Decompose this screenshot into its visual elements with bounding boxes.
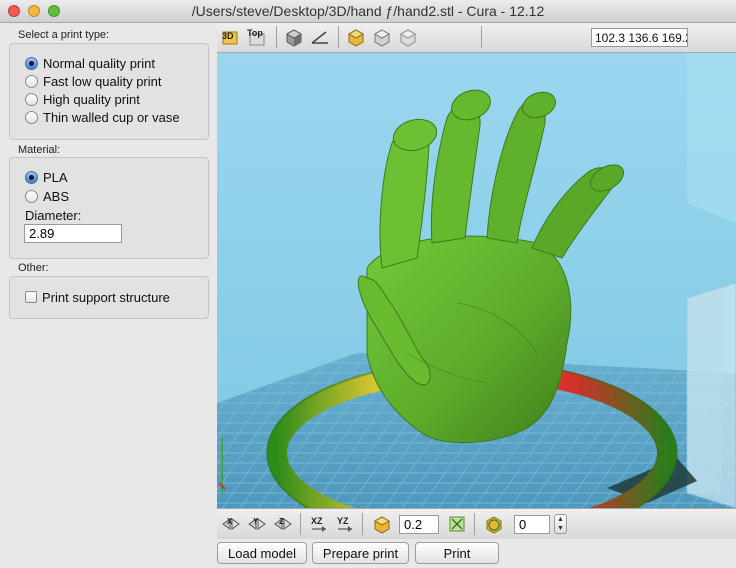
toolbar-separator xyxy=(481,26,482,48)
radio-label: ABS xyxy=(43,188,70,204)
3d-viewport[interactable] xyxy=(217,53,736,508)
toolbar-separator xyxy=(474,513,475,535)
swap-xz-icon: XZ xyxy=(311,516,326,532)
material-group: PLA ABS Diameter: xyxy=(9,157,209,259)
swap-yz-button[interactable]: YZ xyxy=(335,514,355,534)
mirror-z-button[interactable]: Z xyxy=(273,514,293,534)
scale-cube-icon xyxy=(373,516,391,534)
diameter-field[interactable] xyxy=(24,224,122,243)
mirror-y-button[interactable]: Y xyxy=(247,514,267,534)
cube-view-icon xyxy=(285,29,303,47)
radio-thin-walled[interactable]: Thin walled cup or vase xyxy=(25,108,180,126)
mirror-z-icon: Z xyxy=(274,517,292,530)
radio-label: High quality print xyxy=(43,91,140,107)
stepper-down-icon[interactable]: ▼ xyxy=(555,524,566,533)
layer-view-button[interactable] xyxy=(346,27,366,47)
coordinates-readout: 102.3 136.6 169.2 xyxy=(591,28,688,47)
scene-canvas xyxy=(217,53,736,508)
other-group: Print support structure xyxy=(9,276,209,319)
toolbar-separator xyxy=(362,513,363,535)
rotate-icon-button[interactable] xyxy=(484,514,504,534)
normal-view-button[interactable] xyxy=(284,27,304,47)
radio-label: Normal quality print xyxy=(43,55,155,71)
radio-label: Thin walled cup or vase xyxy=(43,109,180,125)
radio-fast-low-quality[interactable]: Fast low quality print xyxy=(25,72,162,90)
transform-toolbar: X Y Z XZ YZ 0.2 0 ▲ ▼ xyxy=(217,508,736,539)
radio-selected-icon[interactable] xyxy=(25,170,38,184)
maximize-scale-icon xyxy=(449,516,465,532)
swap-xz-button[interactable]: XZ xyxy=(309,514,329,534)
radio-label: PLA xyxy=(43,169,68,185)
other-label: Other: xyxy=(18,262,49,274)
title-bar: /Users/steve/Desktop/3D/hand ƒ/hand2.stl… xyxy=(0,0,736,23)
yellow-cube-icon xyxy=(347,29,365,47)
stepper-up-icon[interactable]: ▲ xyxy=(555,515,566,524)
mirror-x-icon: X xyxy=(222,517,240,530)
svg-text:Top: Top xyxy=(247,28,263,38)
xray-view-button[interactable] xyxy=(372,27,392,47)
svg-text:3D: 3D xyxy=(222,31,234,41)
radio-high-quality[interactable]: High quality print xyxy=(25,90,140,108)
svg-text:XZ: XZ xyxy=(311,516,323,526)
view-top-icon: Top xyxy=(247,28,265,46)
svg-text:YZ: YZ xyxy=(337,516,349,526)
view-3d-icon: 3D xyxy=(222,31,238,45)
mirror-x-button[interactable]: X xyxy=(221,514,241,534)
radio-icon[interactable] xyxy=(25,189,38,203)
rotate-field[interactable] xyxy=(514,515,550,534)
scale-icon-button[interactable] xyxy=(372,514,392,534)
scale-max-button[interactable] xyxy=(447,514,467,534)
print-type-group: Normal quality print Fast low quality pr… xyxy=(9,43,209,140)
toolbar-separator xyxy=(338,26,339,48)
rotate-cube-icon xyxy=(486,516,502,534)
wire-cube-icon xyxy=(399,29,417,47)
swap-yz-icon: YZ xyxy=(337,516,352,532)
prepare-print-button[interactable]: Prepare print xyxy=(312,542,409,564)
mirror-y-icon: Y xyxy=(248,517,266,530)
load-model-button[interactable]: Load model xyxy=(217,542,307,564)
print-button[interactable]: Print xyxy=(415,542,499,564)
toolbar-separator xyxy=(300,513,301,535)
settings-panel: Select a print type: Normal quality prin… xyxy=(0,23,216,568)
material-label: Material: xyxy=(18,144,61,156)
view-3d-button[interactable]: 3D xyxy=(221,27,241,47)
overhang-view-button[interactable] xyxy=(310,27,330,47)
radio-icon[interactable] xyxy=(25,110,38,124)
radio-icon[interactable] xyxy=(25,74,38,88)
radio-icon[interactable] xyxy=(25,92,38,106)
toolbar-separator xyxy=(276,26,277,48)
view-top-button[interactable]: Top xyxy=(247,27,267,47)
radio-label: Fast low quality print xyxy=(43,73,162,89)
window-title: /Users/steve/Desktop/3D/hand ƒ/hand2.stl… xyxy=(191,3,545,19)
radio-normal-quality[interactable]: Normal quality print xyxy=(25,54,155,72)
radio-pla[interactable]: PLA xyxy=(25,168,68,186)
svg-text:Y: Y xyxy=(253,517,259,526)
scale-field[interactable] xyxy=(399,515,439,534)
view-toolbar: 3D Top 102.3 136.6 169.2 xyxy=(217,23,736,53)
cura-window: /Users/steve/Desktop/3D/hand ƒ/hand2.stl… xyxy=(0,0,736,568)
radio-selected-icon[interactable] xyxy=(25,56,38,70)
transparent-view-button[interactable] xyxy=(398,27,418,47)
rotate-stepper[interactable]: ▲ ▼ xyxy=(554,514,567,534)
support-structure-checkbox[interactable]: Print support structure xyxy=(25,288,170,306)
checkbox-icon[interactable] xyxy=(25,291,37,303)
diameter-label: Diameter: xyxy=(25,208,82,223)
checkbox-label: Print support structure xyxy=(42,289,170,305)
gray-cube-icon xyxy=(373,29,391,47)
print-type-label: Select a print type: xyxy=(18,29,110,41)
svg-text:X: X xyxy=(227,517,233,526)
radio-abs[interactable]: ABS xyxy=(25,187,69,205)
svg-text:Z: Z xyxy=(279,517,284,526)
angle-icon xyxy=(311,31,328,44)
